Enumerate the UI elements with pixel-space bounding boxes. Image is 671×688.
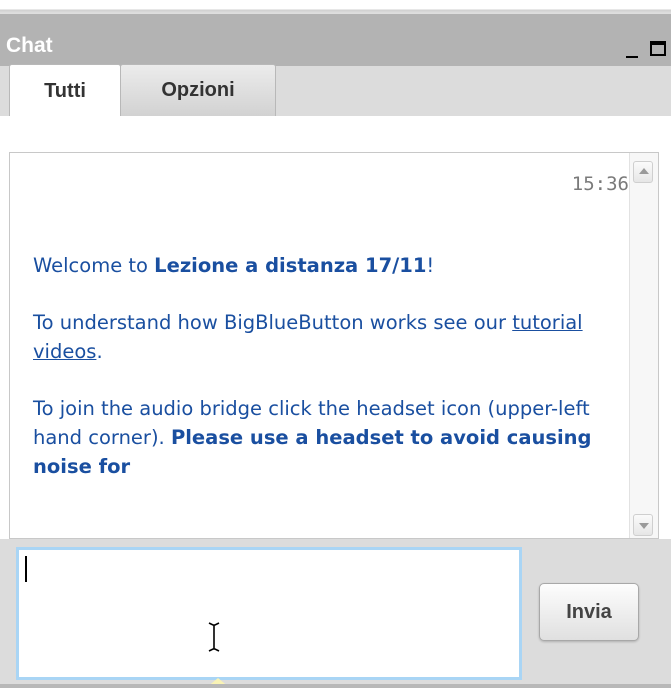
tab-tutti[interactable]: Tutti xyxy=(9,64,121,117)
welcome-message: Welcome to Lezione a distanza 17/11! xyxy=(33,251,623,280)
scroll-down-arrow-icon[interactable] xyxy=(633,514,653,536)
chat-titlebar[interactable]: Chat xyxy=(0,14,671,66)
text-caret xyxy=(25,556,27,582)
audio-message: To join the audio bridge click the heads… xyxy=(33,394,623,481)
maximize-icon[interactable] xyxy=(650,41,666,56)
chat-input-bar: Invia xyxy=(0,539,671,688)
bottom-edge xyxy=(0,684,671,688)
tab-opzioni[interactable]: Opzioni xyxy=(120,64,276,116)
message-timestamp: 15:36 xyxy=(571,173,629,195)
message-scroll-region: 15:36 Welcome to Lezione a distanza 17/1… xyxy=(10,153,629,538)
send-button[interactable]: Invia xyxy=(539,583,639,641)
minimize-icon[interactable] xyxy=(624,42,640,58)
message-scrollbar[interactable] xyxy=(629,153,658,538)
top-edge xyxy=(0,0,671,14)
chat-message-input[interactable] xyxy=(16,547,522,680)
tutorial-message: To understand how BigBlueButton works se… xyxy=(33,308,623,366)
ibeam-cursor-icon xyxy=(208,622,220,652)
welcome-suffix: ! xyxy=(426,254,435,277)
welcome-room-name: Lezione a distanza 17/11 xyxy=(154,254,427,277)
scroll-up-arrow-icon[interactable] xyxy=(633,161,653,183)
tutorial-prefix: To understand how BigBlueButton works se… xyxy=(33,311,513,334)
welcome-prefix: Welcome to xyxy=(33,254,155,277)
chat-messages: Welcome to Lezione a distanza 17/11! To … xyxy=(33,251,623,509)
chat-message-list[interactable]: 15:36 Welcome to Lezione a distanza 17/1… xyxy=(9,152,659,539)
chat-title: Chat xyxy=(6,34,53,57)
tutorial-suffix: . xyxy=(96,340,103,363)
